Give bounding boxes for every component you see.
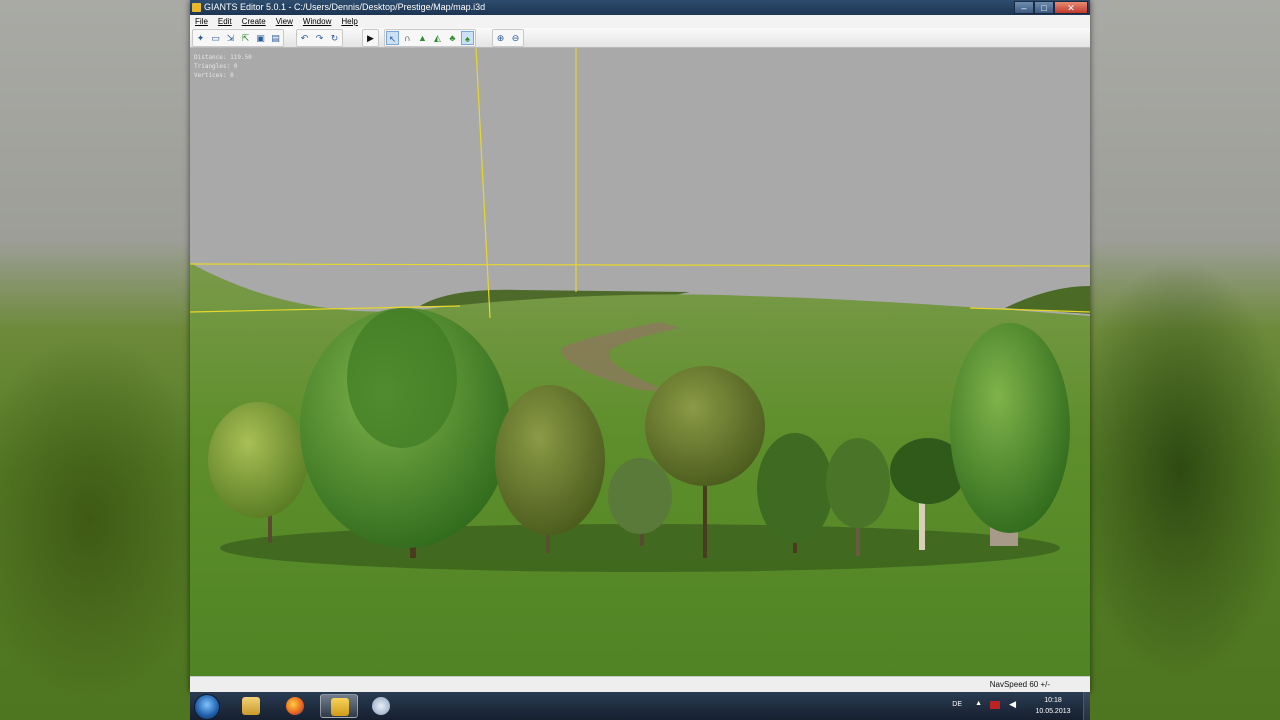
start-button[interactable] (194, 694, 220, 720)
move-icon[interactable]: ∩ (401, 31, 414, 45)
giants-editor-icon (331, 698, 349, 716)
export-icon[interactable]: ⇱ (239, 31, 252, 45)
title-bar[interactable]: GIANTS Editor 5.0.1 - C:/Users/Dennis/De… (190, 0, 1090, 15)
stats-triangles: Triangles: 0 (194, 63, 238, 70)
play-icon[interactable]: ▶ (364, 31, 377, 45)
taskbar-firefox[interactable] (276, 694, 314, 718)
navspeed-label: NavSpeed 60 +/- (989, 680, 1050, 689)
window-controls: – □ ✕ (1014, 1, 1088, 14)
clock[interactable]: 10:18 10.05.2013 (1028, 695, 1078, 717)
save-as-icon[interactable]: ▤ (269, 31, 282, 45)
menu-file[interactable]: File (190, 15, 213, 28)
zoom-in-icon[interactable]: ⊕ (494, 31, 507, 45)
toolbar-group-file: ✦ ▭ ⇲ ⇱ ▣ ▤ (192, 29, 284, 47)
firefox-icon (286, 697, 304, 715)
taskbar-giants-editor[interactable] (320, 694, 358, 718)
status-bar: NavSpeed 60 +/- (190, 676, 1090, 693)
giants-editor-window: GIANTS Editor 5.0.1 - C:/Users/Dennis/De… (190, 0, 1090, 693)
maximize-button[interactable]: □ (1034, 1, 1054, 14)
clock-date: 10.05.2013 (1035, 708, 1071, 715)
window-title: GIANTS Editor 5.0.1 - C:/Users/Dennis/De… (204, 2, 486, 12)
tray-expand-icon[interactable]: ▲ (975, 700, 982, 707)
close-button[interactable]: ✕ (1054, 1, 1088, 14)
toolbar-group-history: ↶ ↷ ↻ (296, 29, 343, 47)
clock-time: 10:18 (1044, 697, 1062, 704)
minimize-button[interactable]: – (1014, 1, 1034, 14)
redo-all-icon[interactable]: ↻ (328, 31, 341, 45)
windows-taskbar: DE ▲ ◀ 10:18 10.05.2013 (190, 692, 1090, 720)
import-icon[interactable]: ⇲ (224, 31, 237, 45)
toolbar-group-play: ▶ (362, 29, 379, 47)
zoom-out-icon[interactable]: ⊖ (509, 31, 522, 45)
folder-icon (242, 697, 260, 715)
save-icon[interactable]: ▣ (254, 31, 267, 45)
show-desktop-button[interactable] (1083, 692, 1090, 720)
language-indicator[interactable]: DE (952, 701, 962, 708)
menu-view[interactable]: View (271, 15, 298, 28)
action-center-flag-icon[interactable] (990, 701, 1000, 709)
volume-icon[interactable]: ◀ (1009, 699, 1016, 710)
menu-window[interactable]: Window (298, 15, 336, 28)
stats-vertices: Vertices: 0 (194, 72, 234, 79)
redo-icon[interactable]: ↷ (313, 31, 326, 45)
taskbar-explorer[interactable] (232, 694, 270, 718)
app-icon (192, 3, 201, 12)
foliage-icon[interactable]: ♣ (446, 31, 459, 45)
viewport-stats: Distance: 119.50 Triangles: 0 Vertices: … (194, 53, 252, 80)
menu-help[interactable]: Help (336, 15, 362, 28)
3d-viewport[interactable]: Distance: 119.50 Triangles: 0 Vertices: … (190, 48, 1090, 676)
paint-icon[interactable]: ◭ (431, 31, 444, 45)
app-icon (372, 697, 390, 715)
foliage-paint-icon[interactable]: ♠ (461, 31, 474, 45)
menu-bar: File Edit Create View Window Help (190, 15, 1090, 28)
open-icon[interactable]: ▭ (209, 31, 222, 45)
menu-edit[interactable]: Edit (213, 15, 237, 28)
menu-create[interactable]: Create (237, 15, 271, 28)
toolbar-group-zoom: ⊕ ⊖ (492, 29, 524, 47)
taskbar-app[interactable] (362, 694, 400, 718)
stats-distance: Distance: 119.50 (194, 54, 252, 61)
undo-icon[interactable]: ↶ (298, 31, 311, 45)
terrain-icon[interactable]: ▲ (416, 31, 429, 45)
toolbar-group-tools: ↖ ∩ ▲ ◭ ♣ ♠ (384, 29, 476, 47)
new-icon[interactable]: ✦ (194, 31, 207, 45)
scene-render (190, 48, 1090, 676)
select-icon[interactable]: ↖ (386, 31, 399, 45)
toolbar: ✦ ▭ ⇲ ⇱ ▣ ▤ ↶ ↷ ↻ ▶ ↖ ∩ ▲ ◭ ♣ ♠ ⊕ ⊖ (190, 28, 1090, 48)
